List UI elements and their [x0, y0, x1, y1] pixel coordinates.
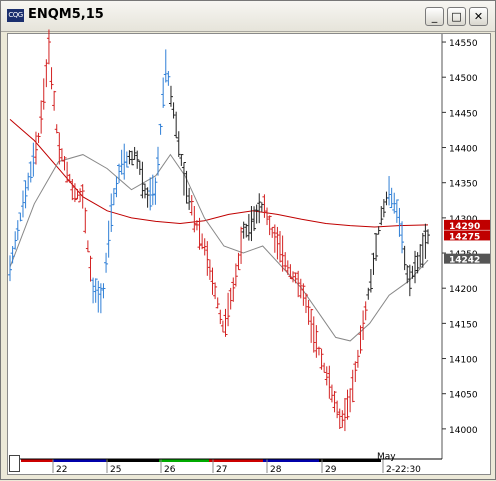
- y-tick-label: 14550: [449, 39, 478, 49]
- price-bars: [8, 29, 430, 432]
- y-tick-label: 14100: [449, 356, 478, 366]
- x-tick-label: 22: [56, 465, 67, 475]
- x-tick-label: 27: [216, 465, 227, 475]
- ma-long-path: [9, 119, 429, 228]
- price-markers: 1429014275 14242: [444, 219, 490, 266]
- x-axis: 22 25 26 27 28 29 2-22:30 May: [10, 452, 442, 475]
- price-chart[interactable]: 1455014500144501440014350143001425014200…: [1, 1, 496, 481]
- chart-window: CQG ENQM5,15 _ □ ✕ 14550 14500 14450 14400 1…: [0, 0, 496, 480]
- y-tick-label: 14350: [449, 180, 478, 190]
- x-tick-label: 25: [110, 465, 121, 475]
- x-tick-label: 28: [270, 465, 282, 475]
- price-marker-label: 14290: [449, 222, 480, 232]
- x-tick-label: 26: [164, 465, 176, 475]
- price-marker-label: 14242: [449, 256, 480, 266]
- y-tick-label: 14200: [449, 285, 478, 295]
- month-label: May: [377, 452, 396, 462]
- x-tick-label: 2-22:30: [386, 465, 421, 475]
- y-tick-label: 14450: [449, 109, 478, 119]
- y-tick-label: 14500: [449, 74, 478, 84]
- scroll-corner-box[interactable]: [9, 455, 20, 472]
- x-tick-label: 29: [325, 465, 337, 475]
- price-marker-label: 14275: [449, 232, 480, 242]
- y-tick-label: 14000: [449, 426, 478, 436]
- y-tick-label: 14150: [449, 320, 478, 330]
- y-tick-label: 14050: [449, 391, 478, 401]
- ma-long-line: [9, 119, 429, 228]
- y-tick-label: 14400: [449, 145, 478, 155]
